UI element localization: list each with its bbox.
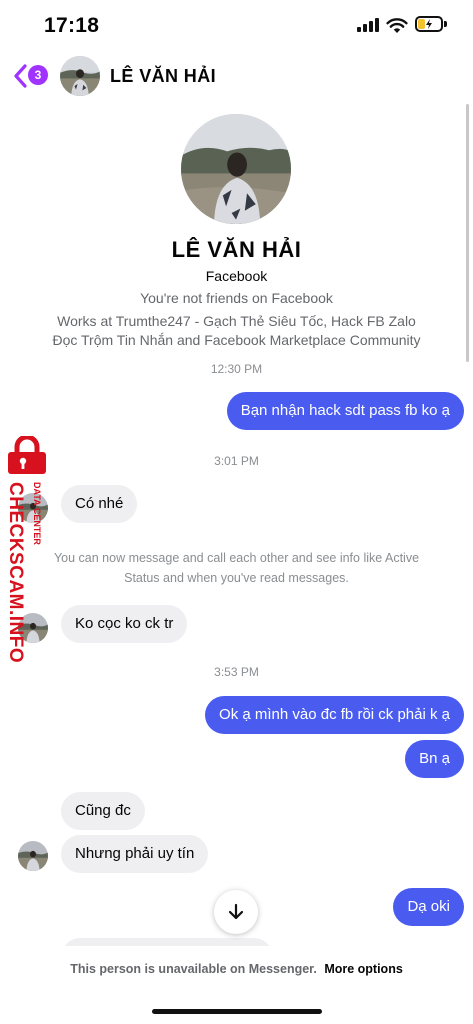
watermark-brand: CHECKSCAM.INFO xyxy=(5,482,26,664)
profile-name: LÊ VĂN HẢI xyxy=(171,237,302,262)
scroll-to-bottom-button[interactable] xyxy=(214,890,258,934)
battery-charging-icon xyxy=(415,16,443,32)
battery-nub xyxy=(444,21,447,27)
timestamp: 3:01 PM xyxy=(214,454,259,468)
timestamp: 3:53 PM xyxy=(214,665,259,679)
header-avatar[interactable] xyxy=(60,56,100,96)
profile-source: Facebook xyxy=(205,268,268,284)
message-incoming[interactable]: Cũng đc xyxy=(61,792,145,830)
home-indicator[interactable] xyxy=(152,1009,322,1014)
chat-avatar[interactable] xyxy=(18,841,48,871)
watermark-tagline: DATA CENTER xyxy=(32,482,42,545)
more-options-link[interactable]: More options xyxy=(324,962,402,976)
arrow-down-icon xyxy=(228,903,244,920)
scroll-indicator xyxy=(466,104,469,362)
message-outgoing[interactable]: Dạ oki xyxy=(393,888,464,926)
message-outgoing[interactable]: Ok ạ mình vào đc fb rồi ck phải k ạ xyxy=(205,696,464,734)
watermark-lock-icon xyxy=(4,434,50,476)
works-line-2: Đọc Trộm Tin Nhắn and Facebook Marketpla… xyxy=(52,332,421,348)
profile-avatar[interactable] xyxy=(181,114,291,224)
message-incoming[interactable]: Ko cọc ko ck tr xyxy=(61,605,188,643)
system-message: You can now message and call each other … xyxy=(30,548,443,588)
message-incoming[interactable]: Có nhé xyxy=(61,485,138,523)
timestamp: 12:30 PM xyxy=(210,362,263,376)
unavailable-text: This person is unavailable on Messenger. xyxy=(70,962,317,976)
friend-status: You're not friends on Facebook xyxy=(140,290,333,306)
footer-notice: This person is unavailable on Messenger.… xyxy=(0,962,473,976)
works-line-1: Works at Trumthe247 - Gạch Thẻ Siêu Tốc,… xyxy=(57,313,416,329)
unread-count-badge[interactable]: 3 xyxy=(28,65,48,85)
header-contact-name[interactable]: LÊ VĂN HẢI xyxy=(110,66,216,87)
system-message-line-2: Status and when you've read messages. xyxy=(124,571,349,585)
status-time: 17:18 xyxy=(44,14,100,37)
system-message-line-1: You can now message and call each other … xyxy=(53,551,420,565)
message-incoming[interactable]: Nhưng phải uy tín xyxy=(61,835,209,873)
message-outgoing[interactable]: Bạn nhận hack sdt pass fb ko ạ xyxy=(226,392,464,430)
wifi-icon xyxy=(386,16,408,34)
message-outgoing[interactable]: Bn ạ xyxy=(405,740,464,778)
cellular-signal-icon xyxy=(357,18,379,32)
profile-works: Works at Trumthe247 - Gạch Thẻ Siêu Tốc,… xyxy=(20,312,453,350)
